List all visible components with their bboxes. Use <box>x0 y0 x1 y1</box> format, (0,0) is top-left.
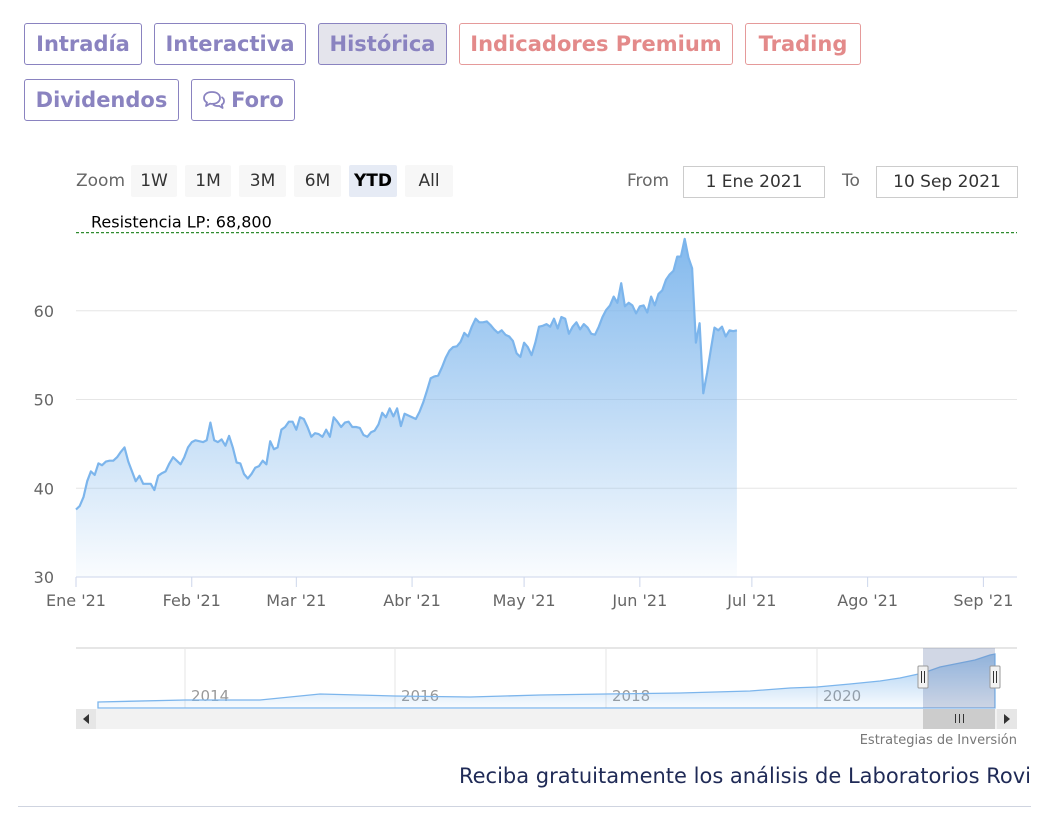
resistance-label: Resistencia LP: 68,800 <box>91 213 272 232</box>
price-chart: 30 40 50 60 Resistencia LP: 68,800 Ene '21 F… <box>34 213 1017 748</box>
scrollbar-track[interactable] <box>76 709 1017 729</box>
y-axis-labels: 30 40 50 60 <box>34 302 54 587</box>
navigator-selection[interactable] <box>923 648 995 708</box>
x-tick-label: Sep '21 <box>953 591 1013 610</box>
x-tick-label: Ago '21 <box>837 591 898 610</box>
x-tick-label: Abr '21 <box>383 591 441 610</box>
navigator-left-handle[interactable] <box>917 665 929 689</box>
scrollbar[interactable] <box>76 709 1017 729</box>
x-tick-label: Feb '21 <box>163 591 221 610</box>
footer-divider <box>18 806 1031 807</box>
y-tick-label: 40 <box>34 479 54 498</box>
y-tick-label: 30 <box>34 568 54 587</box>
y-tick-label: 60 <box>34 302 54 321</box>
navigator-right-handle[interactable] <box>989 665 1001 689</box>
x-tick-label: Ene '21 <box>46 591 106 610</box>
x-tick-label: May '21 <box>493 591 556 610</box>
price-area <box>76 238 737 577</box>
x-tick-label: Jun '21 <box>611 591 667 610</box>
x-tick-label: Jul '21 <box>726 591 776 610</box>
footer-analysis-link[interactable]: Reciba gratuitamente los análisis de Lab… <box>459 764 1031 788</box>
x-axis: Ene '21 Feb '21 Mar '21 Abr '21 May '21 Jun '… <box>46 577 1013 610</box>
y-tick-label: 50 <box>34 391 54 410</box>
navigator[interactable]: 2014201620182020 <box>76 647 1017 709</box>
chart-credit[interactable]: Estrategias de Inversión <box>860 733 1017 748</box>
x-tick-label: Mar '21 <box>266 591 326 610</box>
navigator-series <box>97 653 996 709</box>
